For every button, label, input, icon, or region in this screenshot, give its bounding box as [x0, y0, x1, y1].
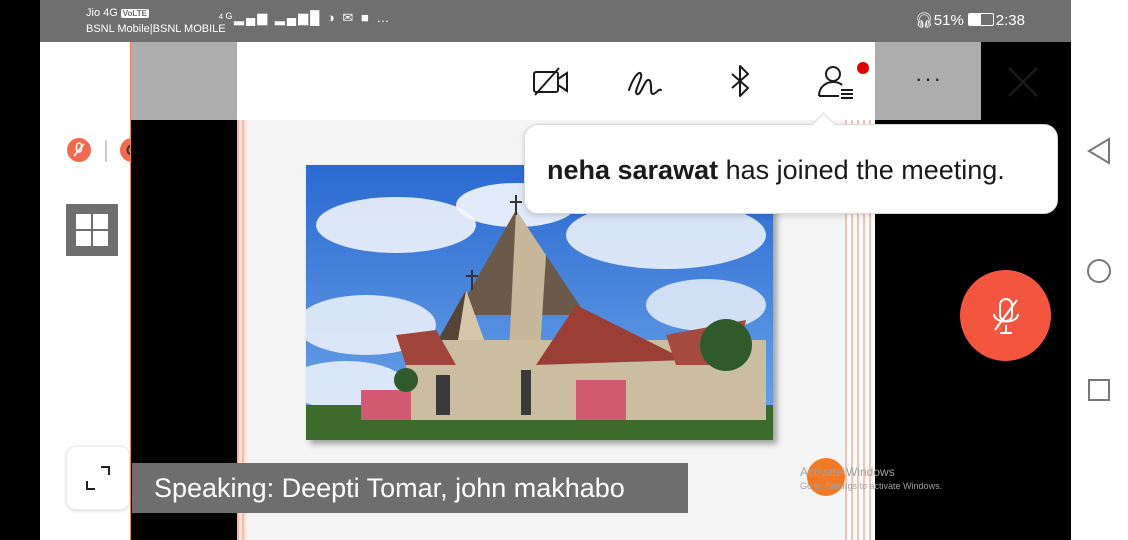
toast-message: neha sarawat has joined the meeting.	[547, 155, 1005, 186]
mute-toggle-button[interactable]	[960, 270, 1051, 361]
video-off-icon	[533, 67, 568, 96]
more-notifications-icon: …	[376, 10, 392, 25]
grid-layout-icon	[76, 214, 91, 229]
notification-dot	[857, 62, 869, 74]
status-right: 🎧︎51% 2:38	[915, 11, 1025, 29]
close-icon	[1008, 67, 1038, 97]
expand-button[interactable]	[66, 446, 130, 510]
annotate-button[interactable]	[623, 60, 667, 104]
status-bar: Jio 4G VoLTE BSNL Mobile|BSNL MOBILE ⁴ᴳ▂▄…	[40, 0, 1071, 42]
bluetooth-button[interactable]	[718, 60, 762, 104]
close-button[interactable]	[1001, 60, 1045, 104]
participants-icon	[818, 66, 853, 99]
topbar-left-area	[131, 42, 237, 120]
signal-icon: ⁴ᴳ▂▄▆	[218, 10, 270, 25]
pen-squiggle-icon	[628, 72, 662, 96]
joined-participant-name: neha sarawat	[547, 155, 719, 185]
home-icon[interactable]	[1086, 258, 1112, 284]
bluetooth-icon	[731, 65, 749, 97]
badge-divider	[105, 140, 107, 162]
join-notification-toast: neha sarawat has joined the meeting.	[524, 112, 1058, 214]
volte-badge: VoLTE	[120, 9, 149, 18]
signal-2-icon: ▂▄▆█	[274, 10, 322, 25]
left-panel	[40, 42, 144, 540]
recents-icon[interactable]	[1088, 379, 1110, 401]
mail-icon: ✉	[342, 10, 356, 25]
clock: 2:38	[995, 12, 1025, 29]
layout-grid-button[interactable]	[66, 204, 118, 256]
app-icon: ◑	[326, 10, 337, 25]
mic-off-badge-icon	[67, 138, 91, 162]
status-icons: ⁴ᴳ▂▄▆ ▂▄▆█ ◑ ✉ ■ …	[218, 10, 391, 26]
carrier-line-1: Jio 4G VoLTE	[86, 7, 149, 19]
watermark-subtitle: Go to Settings to activate Windows.	[800, 481, 943, 491]
participants-button[interactable]	[813, 60, 857, 104]
carrier-line-2: BSNL Mobile|BSNL MOBILE	[86, 23, 226, 35]
battery-percent: 51%	[933, 12, 964, 29]
mic-off-icon	[993, 298, 1019, 334]
back-icon[interactable]	[1087, 137, 1111, 165]
headset-icon: 🎧︎	[914, 12, 934, 29]
video-off-button[interactable]	[529, 60, 573, 104]
more-button[interactable]: ···	[907, 64, 951, 108]
carrier-1-text: Jio 4G	[86, 7, 118, 19]
expand-icon	[86, 466, 110, 490]
watermark-title: Activate Windows	[800, 465, 895, 479]
battery-icon	[967, 13, 994, 26]
joined-message: has joined the meeting.	[718, 155, 1005, 185]
android-nav-bar	[1071, 0, 1128, 540]
notification-icon: ■	[360, 10, 371, 25]
active-speaker-banner: Speaking: Deepti Tomar, john makhabo	[132, 463, 688, 513]
